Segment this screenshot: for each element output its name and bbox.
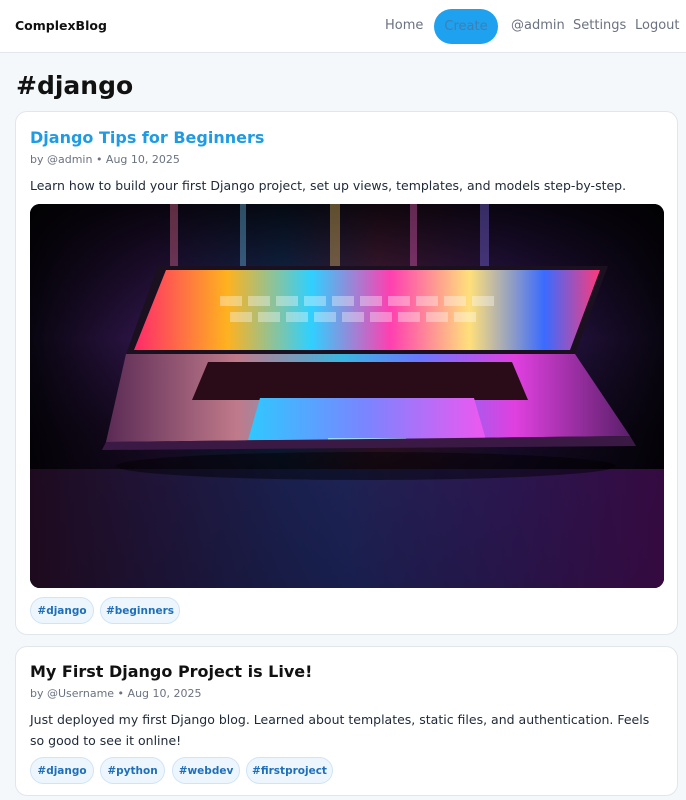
post-card: My First Django Project is Live! by @Use… (15, 646, 678, 796)
nav-user-link[interactable]: @admin (511, 18, 565, 33)
page-title: #django (16, 71, 134, 100)
laptop-illustration (30, 204, 664, 588)
top-navbar: ComplexBlog Home Create @admin Settings … (0, 0, 686, 53)
post-meta: by @Username • Aug 10, 2025 (30, 687, 202, 700)
post-image (30, 204, 664, 588)
post-title[interactable]: My First Django Project is Live! (30, 662, 312, 681)
brand-logo[interactable]: ComplexBlog (15, 18, 107, 33)
tag-pill[interactable]: #django (30, 757, 94, 784)
tag-pill[interactable]: #webdev (172, 757, 240, 784)
nav-logout-link[interactable]: Logout (635, 18, 680, 33)
tag-pill[interactable]: #beginners (100, 597, 180, 624)
post-card: Django Tips for Beginners by @admin • Au… (15, 111, 678, 635)
post-title-link[interactable]: Django Tips for Beginners (30, 128, 264, 147)
post-excerpt: Learn how to build your first Django pro… (30, 178, 627, 193)
tag-pill[interactable]: #firstproject (246, 757, 333, 784)
nav-settings-link[interactable]: Settings (573, 18, 626, 33)
post-meta: by @admin • Aug 10, 2025 (30, 153, 180, 166)
post-excerpt: Just deployed my first Django blog. Lear… (30, 712, 650, 748)
tag-pill[interactable]: #python (100, 757, 165, 784)
tag-pill[interactable]: #django (30, 597, 94, 624)
nav-create-button[interactable]: Create (434, 9, 498, 44)
nav-home-link[interactable]: Home (385, 18, 423, 33)
